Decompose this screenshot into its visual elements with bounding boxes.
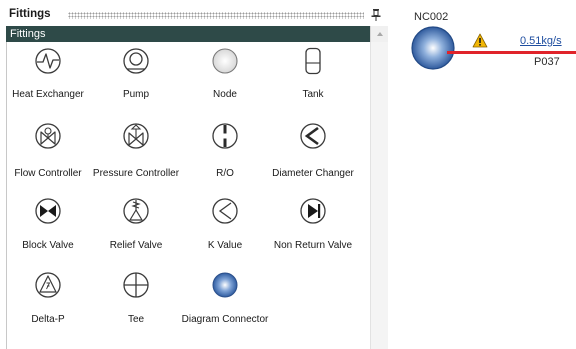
fitting-label: Node xyxy=(213,89,237,100)
block-valve-icon xyxy=(35,198,61,224)
fitting-label: Tank xyxy=(302,89,324,100)
flow-controller-icon xyxy=(35,123,61,149)
panel-title: Fittings xyxy=(9,8,51,20)
relief-valve-icon xyxy=(123,198,149,224)
fitting-label: K Value xyxy=(207,240,243,251)
tee-icon xyxy=(123,272,149,298)
node-icon xyxy=(212,48,238,74)
fitting-label: Flow Controller xyxy=(14,168,82,179)
heat-exchanger-icon xyxy=(35,48,61,74)
diagram-connector-node[interactable] xyxy=(410,25,456,71)
k-value-icon xyxy=(212,198,238,224)
diagram-connector-icon xyxy=(212,272,238,298)
fittings-panel: Fittings Fittings Heat Exchanger Pump No… xyxy=(6,7,388,349)
pin-icon[interactable] xyxy=(370,8,382,22)
pressure-controller-icon xyxy=(123,123,149,149)
non-return-valve-icon xyxy=(300,198,326,224)
fitting-label: Delta-P xyxy=(31,314,65,325)
fitting-label: Diameter Changer xyxy=(272,168,354,179)
pipe-flow-rate[interactable]: 0.51kg/s xyxy=(520,35,562,47)
panel-drag-grip[interactable] xyxy=(68,12,364,19)
pipe-name-label: P037 xyxy=(534,56,560,68)
diameter-changer-icon xyxy=(300,123,326,149)
scrollbar-track[interactable] xyxy=(370,42,388,349)
tank-icon xyxy=(305,47,321,75)
panel-title-bar: Fittings xyxy=(6,7,388,24)
scroll-up-arrow-icon xyxy=(377,32,383,36)
fitting-label: Relief Valve xyxy=(109,240,163,251)
section-header-fittings[interactable]: Fittings xyxy=(6,26,370,42)
restriction-orifice-icon xyxy=(212,123,238,149)
fitting-label: Heat Exchanger xyxy=(12,89,84,100)
fitting-label: Pressure Controller xyxy=(92,168,180,179)
pipe-line[interactable] xyxy=(447,51,576,54)
node-name-label: NC002 xyxy=(414,11,449,23)
warning-icon[interactable] xyxy=(472,33,488,48)
pump-icon xyxy=(123,48,149,74)
scroll-up-button[interactable] xyxy=(370,26,388,42)
fitting-label: Diagram Connector xyxy=(181,314,269,325)
fitting-label: R/O xyxy=(216,168,234,179)
delta-p-icon xyxy=(35,272,61,298)
fitting-label: Tee xyxy=(127,314,145,325)
fitting-label: Non Return Valve xyxy=(273,240,353,251)
fitting-label: Pump xyxy=(122,89,150,100)
fitting-label: Block Valve xyxy=(22,240,74,251)
